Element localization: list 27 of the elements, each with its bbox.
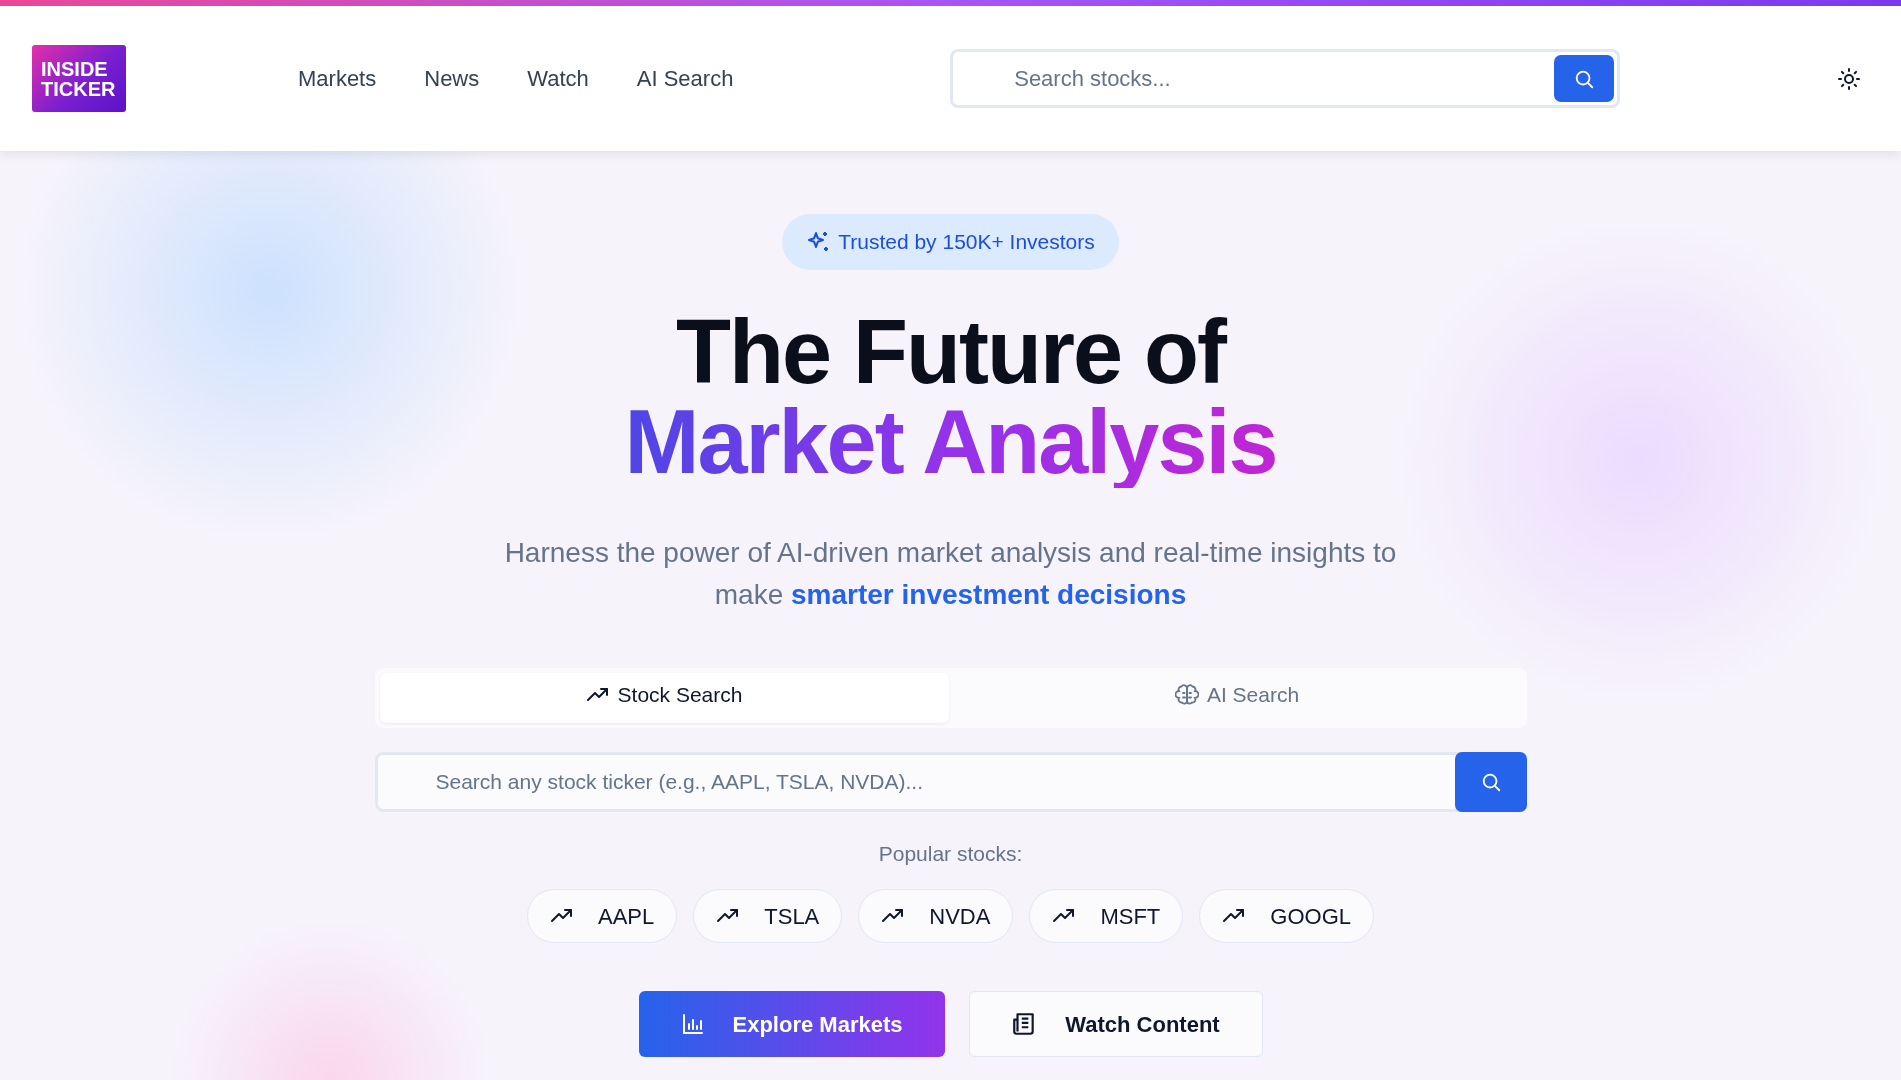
ticker-chip[interactable]: GOOGL	[1199, 889, 1374, 943]
nav-link[interactable]: Watch	[527, 62, 589, 95]
nav-link[interactable]: News	[424, 62, 480, 95]
popular-label: Popular stocks:	[878, 840, 1023, 867]
trust-badge: Trusted by 150K+ Investors	[782, 214, 1119, 270]
sun-icon[interactable]	[1837, 66, 1861, 91]
watch-button[interactable]: Watch Content	[968, 991, 1263, 1057]
nav-link[interactable]: Markets	[298, 62, 377, 95]
search-tab[interactable]: AI Search	[952, 672, 1522, 723]
search-bar[interactable]: Search stocks...	[950, 49, 1621, 108]
logo[interactable]: INSIDE TICKER	[32, 45, 126, 112]
explore-button[interactable]: Explore Markets	[638, 991, 945, 1057]
ticker-chip[interactable]: AAPL	[527, 889, 678, 943]
ticker-chip[interactable]: TSLA	[693, 889, 843, 943]
hero-title: The Future of	[676, 307, 1225, 396]
hero-subtitle: Harness the power of AI-driven market analysis and real-time insights to make smarter investment decisions	[503, 535, 1398, 612]
bar-chart-icon	[680, 1012, 705, 1036]
search-input[interactable]: Search any stock ticker (e.g., AAPL, TSLA, NVDA)...	[377, 754, 1458, 809]
ticker-chip[interactable]: MSFT	[1029, 889, 1184, 943]
sparkle-icon	[806, 229, 831, 254]
stock-search-bar[interactable]: Search any stock ticker (e.g., AAPL, TSLA, NVDA)...	[374, 751, 1527, 812]
nav-link[interactable]: AI Search	[636, 62, 734, 95]
search-tab[interactable]: Stock Search	[379, 672, 949, 723]
ticker-chip[interactable]: NVDA	[858, 889, 1014, 943]
search-input[interactable]: Search stocks...	[956, 55, 1555, 102]
search-button[interactable]	[1454, 751, 1527, 812]
search-button[interactable]	[1554, 55, 1615, 102]
